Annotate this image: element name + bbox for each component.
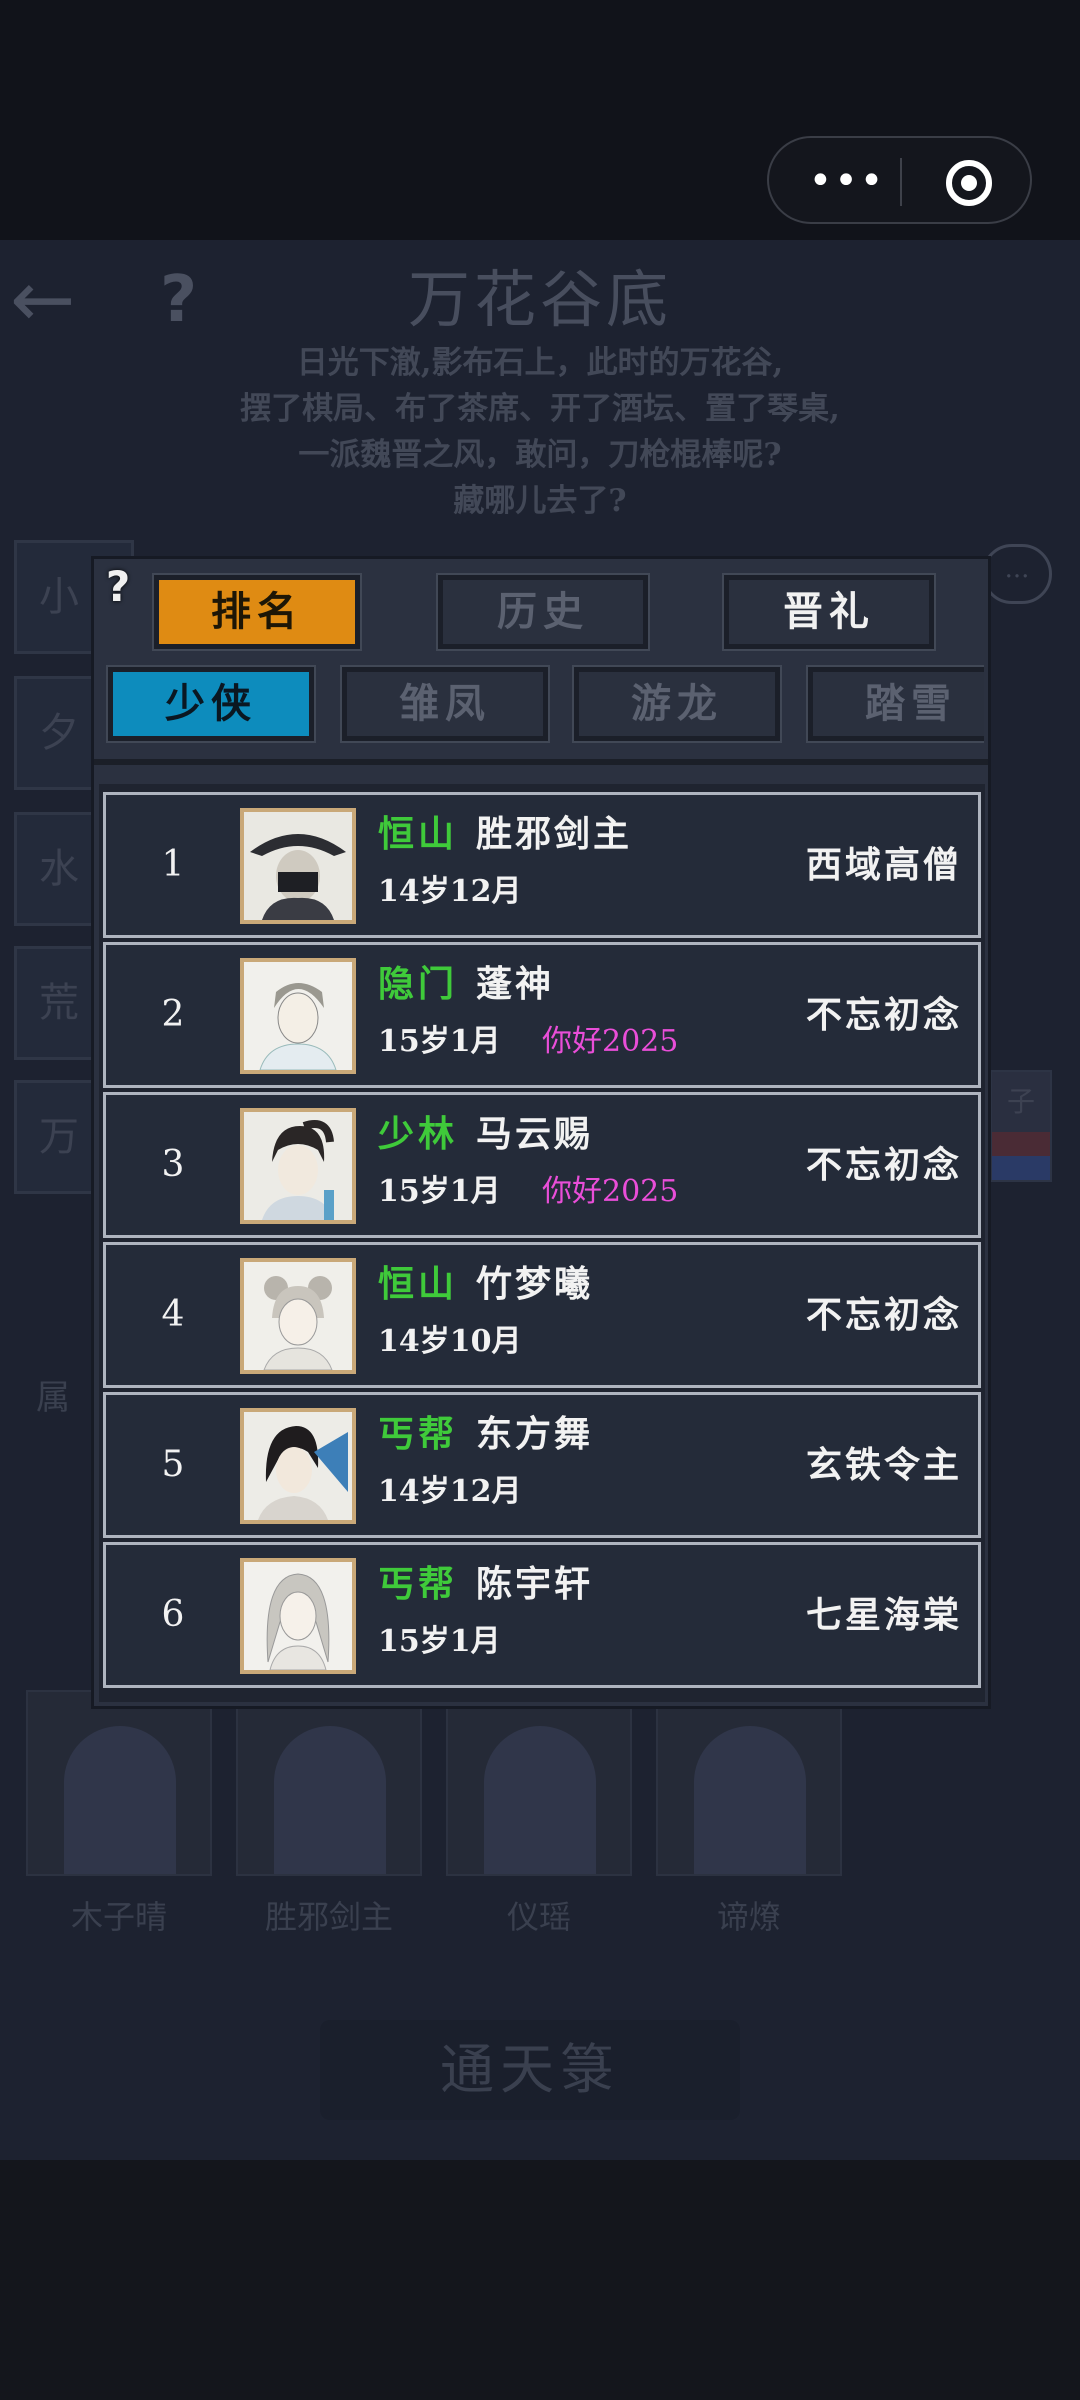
player-name: 胜邪剑主 bbox=[476, 813, 633, 855]
chat-bubble-icon[interactable]: ... bbox=[982, 544, 1052, 604]
player-name: 马云赐 bbox=[476, 1113, 594, 1155]
sect-name: 恒山 bbox=[378, 813, 459, 855]
player-title: 西域高僧 bbox=[805, 844, 962, 886]
long-haired-scholar-portrait-icon bbox=[240, 1558, 356, 1674]
player-title: 七星海棠 bbox=[805, 1594, 962, 1636]
player-title: 不忘初念 bbox=[805, 1294, 962, 1336]
ranking-modal: ? 排名 历史 晋礼 少侠 雏凤 游龙 踏雪 1 恒山 胜邪剑主 14岁12月 bbox=[91, 556, 991, 1709]
side-tag-label: 子 bbox=[1006, 1085, 1035, 1118]
modal-divider bbox=[94, 759, 988, 765]
subtab-chufeng[interactable]: 雏凤 bbox=[340, 665, 550, 743]
intro-line: 日光下澈,影布石上，此时的万花谷, bbox=[296, 345, 784, 381]
player-title: 不忘初念 bbox=[805, 1144, 962, 1186]
ponytail-swordsman-portrait-icon bbox=[240, 1108, 356, 1224]
sect-name: 丐帮 bbox=[378, 1563, 459, 1605]
young-maiden-portrait-icon bbox=[240, 1258, 356, 1374]
tab-promotion[interactable]: 晋礼 bbox=[722, 573, 936, 651]
intro-line: 摆了棋局、布了茶席、开了酒坛、置了琴桌, bbox=[240, 391, 840, 427]
close-target-icon[interactable] bbox=[946, 160, 992, 206]
modal-help-icon[interactable]: ? bbox=[98, 561, 138, 613]
scene-intro: 日光下澈,影布石上，此时的万花谷, 摆了棋局、布了茶席、开了酒坛、置了琴桌, 一… bbox=[120, 340, 960, 524]
hero-silhouette-icon bbox=[484, 1726, 596, 1874]
player-title: 不忘初念 bbox=[805, 994, 962, 1036]
player-age: 14岁12月 bbox=[378, 1474, 522, 1509]
side-tag[interactable]: 子 bbox=[990, 1070, 1052, 1182]
player-age: 15岁1月 bbox=[378, 1024, 501, 1059]
player-age: 14岁12月 bbox=[378, 874, 522, 909]
mini-program-capsule: ••• bbox=[767, 136, 1032, 224]
rank-number: 5 bbox=[161, 1444, 185, 1485]
scene-title: 万花谷底 bbox=[407, 263, 672, 336]
rank-number: 4 bbox=[161, 1294, 185, 1335]
side-tag-bar-red bbox=[992, 1132, 1050, 1156]
scene-help-icon[interactable]: ? bbox=[160, 265, 220, 335]
hero-card[interactable] bbox=[656, 1690, 842, 1876]
sub-tab-strip: 少侠 雏凤 游龙 踏雪 bbox=[104, 659, 984, 749]
fan-lady-portrait-icon bbox=[240, 1408, 356, 1524]
ranking-row[interactable]: 1 恒山 胜邪剑主 14岁12月 西域高僧 bbox=[103, 792, 981, 938]
ranking-row[interactable]: 2 隐门 蓬神 15岁1月 你好2025 不忘初念 bbox=[103, 942, 981, 1088]
portrait-drawing bbox=[244, 1112, 352, 1220]
rank-number: 1 bbox=[161, 844, 185, 885]
ranking-list: 1 恒山 胜邪剑主 14岁12月 西域高僧 2 隐门 蓬神 15岁1月 你好20… bbox=[99, 784, 985, 1702]
player-name: 竹梦曦 bbox=[476, 1263, 594, 1305]
portrait-drawing bbox=[244, 1412, 352, 1520]
rank-number: 6 bbox=[161, 1594, 185, 1635]
subtab-taxue[interactable]: 踏雪 bbox=[806, 665, 984, 743]
player-motto: 你好2025 bbox=[542, 1024, 679, 1059]
portrait-drawing bbox=[244, 962, 352, 1070]
tongtian-button[interactable]: 通天箓 bbox=[320, 2020, 740, 2120]
rank-number: 3 bbox=[161, 1144, 185, 1185]
tab-ranking[interactable]: 排名 bbox=[152, 573, 362, 651]
hero-silhouette-icon bbox=[64, 1726, 176, 1874]
masked-swordsman-portrait-icon bbox=[240, 808, 356, 924]
sect-name: 隐门 bbox=[378, 963, 459, 1005]
player-age: 15岁1月 bbox=[378, 1174, 501, 1209]
rank-number: 2 bbox=[161, 994, 185, 1035]
sect-name: 恒山 bbox=[378, 1263, 459, 1305]
subtab-youlong[interactable]: 游龙 bbox=[572, 665, 782, 743]
hero-card[interactable] bbox=[446, 1690, 632, 1876]
hero-name: 木子晴 bbox=[70, 1898, 167, 1936]
portrait-drawing bbox=[244, 1562, 352, 1670]
side-tag-bar-blue bbox=[992, 1156, 1050, 1180]
portrait-drawing bbox=[244, 812, 352, 920]
capsule-divider bbox=[900, 158, 902, 206]
ranking-row[interactable]: 5 丐帮 东方舞 14岁12月 玄铁令主 bbox=[103, 1392, 981, 1538]
sect-name: 少林 bbox=[378, 1113, 459, 1155]
player-name: 东方舞 bbox=[476, 1413, 594, 1455]
intro-line: 藏哪儿去了? bbox=[453, 483, 627, 519]
more-menu-icon[interactable]: ••• bbox=[807, 158, 887, 204]
player-age: 14岁10月 bbox=[378, 1324, 522, 1359]
ranking-row[interactable]: 4 恒山 竹梦曦 14岁10月 不忘初念 bbox=[103, 1242, 981, 1388]
ranking-row[interactable]: 6 丐帮 陈宇轩 15岁1月 七星海棠 bbox=[103, 1542, 981, 1688]
back-arrow-icon[interactable]: ← bbox=[10, 261, 100, 339]
player-name: 陈宇轩 bbox=[476, 1563, 594, 1605]
tab-history[interactable]: 历史 bbox=[436, 573, 650, 651]
sect-name: 丐帮 bbox=[378, 1413, 459, 1455]
player-age: 15岁1月 bbox=[378, 1624, 501, 1659]
system-top-bar: ••• bbox=[0, 0, 1080, 240]
portrait-drawing bbox=[244, 1262, 352, 1370]
intro-line: 一派魏晋之风，敢问，刀枪棍棒呢? bbox=[298, 437, 782, 473]
player-name: 蓬神 bbox=[476, 963, 555, 1005]
player-motto: 你好2025 bbox=[542, 1174, 679, 1209]
ranking-row[interactable]: 3 少林 马云赐 15岁1月 你好2025 不忘初念 bbox=[103, 1092, 981, 1238]
subtab-shaoxia[interactable]: 少侠 bbox=[106, 665, 316, 743]
hero-silhouette-icon bbox=[694, 1726, 806, 1874]
hero-name: 胜邪剑主 bbox=[264, 1898, 393, 1936]
hero-silhouette-icon bbox=[274, 1726, 386, 1874]
hero-card[interactable] bbox=[236, 1690, 422, 1876]
attribute-label: 属 bbox=[36, 1378, 70, 1418]
hero-name: 谛燎 bbox=[716, 1898, 781, 1936]
hero-name: 仪瑶 bbox=[506, 1898, 571, 1936]
bottom-area bbox=[0, 2160, 1080, 2400]
white-robed-youth-portrait-icon bbox=[240, 958, 356, 1074]
player-title: 玄铁令主 bbox=[805, 1444, 962, 1486]
hero-card[interactable] bbox=[26, 1690, 212, 1876]
